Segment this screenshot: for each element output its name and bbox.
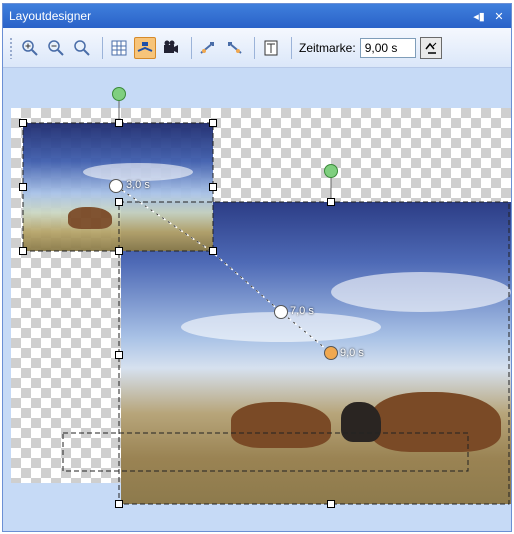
toolbar-separator [102, 36, 103, 59]
resize-handle[interactable] [209, 247, 217, 255]
keyframe-label: 3,0 s [126, 179, 150, 191]
zeitmarke-input[interactable] [359, 37, 416, 58]
grid-icon[interactable] [108, 37, 130, 59]
resize-handle[interactable] [327, 198, 335, 206]
resize-handle[interactable] [209, 119, 217, 127]
time-spin-icon[interactable] [419, 36, 442, 59]
zeitmarke-label: Zeitmarke: [299, 40, 356, 55]
toolbar-separator [254, 36, 255, 59]
film-icon[interactable] [160, 37, 182, 59]
resize-handle[interactable] [115, 500, 123, 508]
resize-handle[interactable] [19, 247, 27, 255]
zoom-in-icon[interactable] [19, 37, 41, 59]
properties-icon[interactable] [260, 37, 282, 59]
pin-icon[interactable]: ◂▮ [471, 8, 487, 24]
add-keyframe-icon[interactable] [197, 37, 219, 59]
resize-handle[interactable] [19, 183, 27, 191]
rotate-handle[interactable] [324, 164, 338, 178]
rotate-handle[interactable] [112, 87, 126, 101]
resize-handle[interactable] [115, 198, 123, 206]
active-keyframe-marker[interactable] [324, 346, 338, 360]
toolbar-separator [191, 36, 192, 59]
resize-handle[interactable] [327, 500, 335, 508]
resize-handle[interactable] [19, 119, 27, 127]
remove-keyframe-icon[interactable] [223, 37, 245, 59]
resize-handle[interactable] [115, 247, 123, 255]
title-bar: Layoutdesigner ◂▮ ✕ [3, 4, 511, 28]
keyframe-label: 7,0 s [290, 305, 314, 317]
toolbar-grip[interactable] [9, 36, 13, 59]
resize-handle[interactable] [115, 119, 123, 127]
close-icon[interactable]: ✕ [491, 8, 507, 24]
keyframe-marker[interactable] [109, 179, 123, 193]
keyframe-marker[interactable] [274, 305, 288, 319]
keyframe-label: 9,0 s [340, 347, 364, 359]
camera-path-icon[interactable] [134, 36, 156, 59]
toolbar-separator [291, 36, 292, 59]
layout-canvas[interactable]: 3,0 s 7,0 s 9,0 s [3, 68, 511, 531]
layoutdesigner-window: Layoutdesigner ◂▮ ✕ Zeitmarke: 9,00 s 3,… [2, 3, 512, 532]
zoom-out-icon[interactable] [45, 37, 67, 59]
resize-handle[interactable] [209, 183, 217, 191]
selection-overlay [22, 98, 510, 505]
resize-handle[interactable] [115, 351, 123, 359]
toolbar: Zeitmarke: [3, 28, 511, 68]
window-title: Layoutdesigner [9, 9, 92, 23]
zoom-fit-icon[interactable] [71, 37, 93, 59]
